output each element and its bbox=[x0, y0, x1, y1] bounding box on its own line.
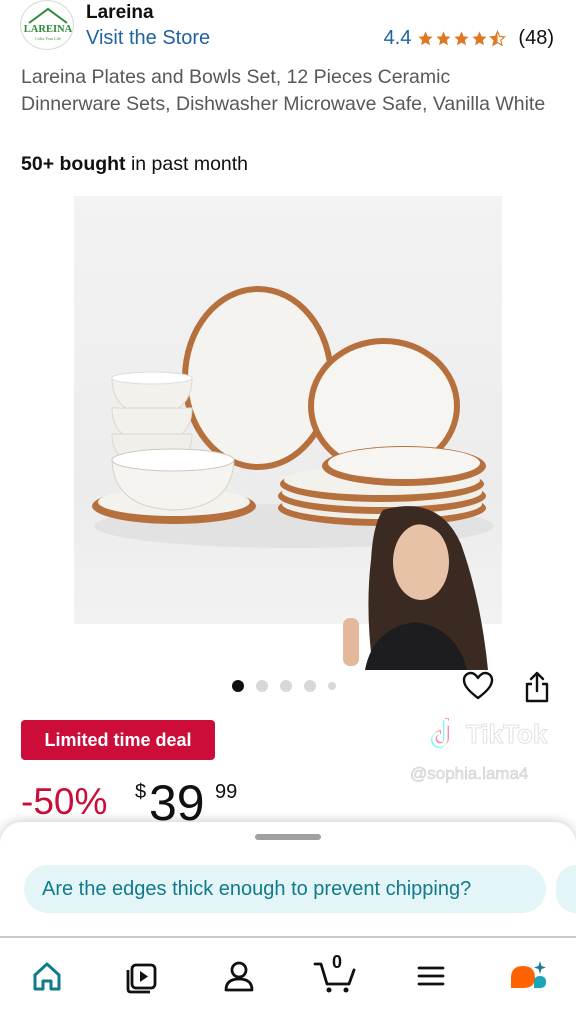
pager-dot[interactable] bbox=[304, 680, 316, 692]
store-header: LAREINA Color Your Life Lareina Visit th… bbox=[0, 0, 576, 60]
store-logo[interactable]: LAREINA Color Your Life bbox=[20, 0, 74, 50]
tiktok-logo-icon bbox=[431, 718, 457, 748]
sheet-drag-handle[interactable] bbox=[255, 834, 321, 840]
image-pager[interactable] bbox=[232, 680, 336, 692]
discount-percent: -50% bbox=[21, 781, 108, 822]
pager-dot[interactable] bbox=[328, 682, 336, 690]
cart-button[interactable]: 0 bbox=[313, 952, 357, 996]
pager-dot[interactable] bbox=[232, 680, 244, 692]
bought-in-past-month: 50+ bought in past month bbox=[21, 153, 248, 176]
half-star-icon bbox=[489, 30, 507, 47]
pager-dot[interactable] bbox=[256, 680, 268, 692]
star-icon bbox=[436, 31, 452, 46]
pager-dot[interactable] bbox=[280, 680, 292, 692]
svg-text:Color Your Life: Color Your Life bbox=[35, 36, 61, 41]
star-icon bbox=[454, 31, 470, 46]
video-icon[interactable] bbox=[123, 956, 163, 996]
visit-store-link[interactable]: Visit the Store bbox=[86, 27, 210, 50]
tiktok-brand-text: TikTok bbox=[465, 718, 548, 749]
next-suggestion-chip[interactable] bbox=[556, 865, 576, 913]
rating-value: 4.4 bbox=[383, 27, 412, 49]
suggested-question-chip[interactable]: Are the edges thick enough to prevent ch… bbox=[24, 865, 546, 913]
creator-video-overlay bbox=[343, 500, 488, 670]
product-title: Lareina Plates and Bowls Set, 12 Pieces … bbox=[21, 66, 546, 115]
share-icon[interactable] bbox=[523, 671, 551, 703]
rating-summary[interactable]: 4.4 (48) bbox=[384, 27, 554, 50]
star-icon bbox=[418, 31, 434, 46]
svg-text:LAREINA: LAREINA bbox=[24, 24, 73, 35]
bottom-nav-bar: 0 bbox=[0, 936, 576, 1024]
suggested-question-text: Are the edges thick enough to prevent ch… bbox=[42, 877, 472, 900]
home-icon[interactable] bbox=[27, 956, 67, 996]
store-name: Lareina bbox=[86, 2, 154, 23]
price-fraction: 99 bbox=[215, 781, 238, 803]
ask-rufus-sheet[interactable]: Are the edges thick enough to prevent ch… bbox=[0, 822, 576, 936]
rufus-icon[interactable] bbox=[507, 956, 547, 996]
heart-icon[interactable] bbox=[462, 671, 494, 701]
tiktok-username: @sophia.lama4 bbox=[410, 764, 529, 784]
rating-stars bbox=[417, 30, 507, 47]
star-icon bbox=[472, 31, 488, 46]
price-currency: $ bbox=[135, 781, 147, 803]
menu-icon[interactable] bbox=[411, 956, 451, 996]
cart-count: 0 bbox=[332, 952, 343, 972]
bought-suffix: in past month bbox=[125, 153, 249, 175]
tiktok-watermark: TikTok bbox=[428, 716, 548, 752]
bought-count: 50+ bought bbox=[21, 153, 126, 175]
limited-time-deal-badge: Limited time deal bbox=[21, 720, 215, 760]
account-icon[interactable] bbox=[219, 956, 259, 996]
review-count: (48) bbox=[518, 27, 554, 49]
